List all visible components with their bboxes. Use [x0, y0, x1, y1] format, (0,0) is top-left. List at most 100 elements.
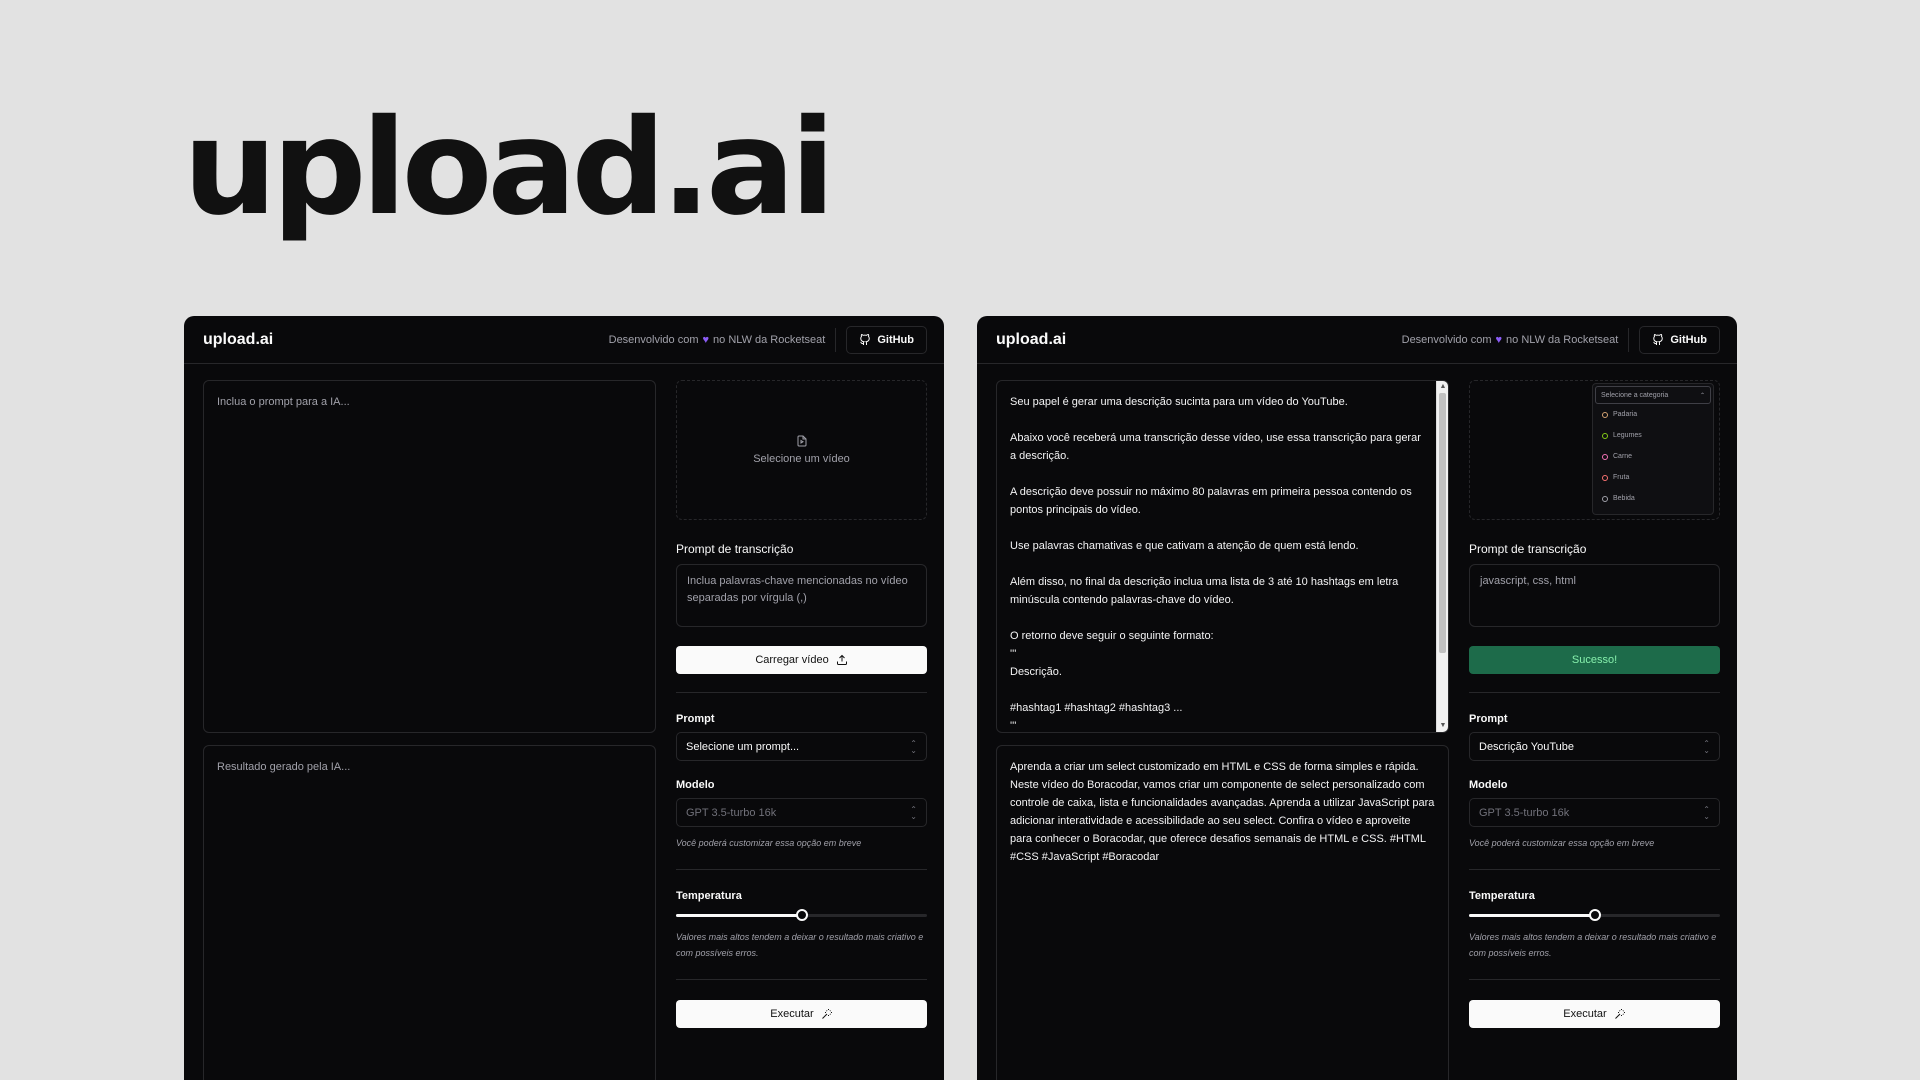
divider — [676, 869, 927, 870]
execute-button[interactable]: Executar — [1469, 1000, 1720, 1028]
chevron-updown-icon: ⌃ ⌄ — [1703, 738, 1710, 755]
model-hint: Você poderá customizar essa opção em bre… — [676, 838, 862, 848]
prompt-select[interactable]: Descrição YouTube ⌃ ⌄ — [1469, 732, 1720, 761]
divider — [676, 692, 927, 693]
app-header: upload.ai Desenvolvido com ♥ no NLW da R… — [977, 316, 1737, 364]
model-select[interactable]: GPT 3.5-turbo 16k ⌃ ⌄ — [1469, 798, 1720, 827]
header-divider — [1628, 327, 1630, 352]
transcription-label: Prompt de transcrição — [676, 542, 794, 556]
format-intro: O retorno deve seguir o seguinte formato… — [1010, 630, 1214, 642]
credit-after: no NLW da Rocketseat — [713, 333, 826, 346]
temperature-hint: Valores mais altos tendem a deixar o res… — [676, 932, 924, 958]
credit-text: Desenvolvido com ♥ no NLW da Rocketseat — [609, 334, 826, 346]
dropdown-item: Fruta — [1595, 467, 1711, 488]
upload-icon — [836, 654, 847, 665]
chevron-updown-icon: ⌃ ⌄ — [1703, 804, 1710, 821]
chevron-updown-icon: ⌃ ⌄ — [910, 738, 917, 755]
credit-before: Desenvolvido com — [608, 333, 699, 346]
wand-icon — [821, 1009, 832, 1019]
dropdown-item: Padaria — [1595, 404, 1711, 425]
app-logo: upload.ai — [996, 330, 1067, 348]
prompt-paragraph: Use palavras chamativas e que cativam a … — [1010, 540, 1359, 552]
app-window-filled: upload.ai Desenvolvido com ♥ no NLW da R… — [977, 316, 1737, 1080]
temperature-hint: Valores mais altos tendem a deixar o res… — [1469, 932, 1717, 958]
execute-button[interactable]: Executar — [676, 1000, 927, 1028]
model-select-value: GPT 3.5-turbo 16k — [1479, 806, 1570, 819]
app-logo: upload.ai — [203, 330, 274, 348]
transcription-input[interactable]: Inclua palavras-chave mencionadas no víd… — [676, 564, 927, 627]
success-button[interactable]: Sucesso! — [1469, 646, 1720, 674]
prompt-textarea[interactable]: Inclua o prompt para a IA... — [203, 380, 656, 733]
dropdown-item-label: Legumes — [1613, 432, 1642, 439]
divider — [676, 979, 927, 980]
header-divider — [835, 327, 837, 352]
bottle-icon — [1602, 495, 1608, 502]
slider-range — [1469, 914, 1595, 917]
github-icon — [860, 333, 871, 345]
file-video-icon — [797, 435, 806, 447]
scrollbar-thumb[interactable] — [1439, 393, 1446, 653]
slider-thumb[interactable] — [1588, 909, 1601, 921]
carrot-icon — [1602, 432, 1608, 439]
dropdown-item: Carne — [1595, 446, 1711, 467]
prompt-paragraph: Abaixo você receberá uma transcrição des… — [1010, 432, 1421, 462]
video-input-label: Selecione um vídeo — [753, 453, 850, 465]
prompt-placeholder: Inclua o prompt para a IA... — [217, 396, 350, 408]
dropdown-item-label: Fruta — [1613, 474, 1630, 481]
format-hashtags: #hashtag1 #hashtag2 #hashtag3 ... — [1010, 702, 1183, 714]
credit-after: no NLW da Rocketseat — [1506, 333, 1619, 346]
transcription-input[interactable]: javascript, css, html — [1469, 564, 1720, 627]
prompt-paragraph: A descrição deve possuir no máximo 80 pa… — [1010, 486, 1412, 516]
heart-icon: ♥ — [702, 333, 710, 346]
transcription-placeholder: Inclua palavras-chave mencionadas no víd… — [687, 575, 908, 604]
prompt-select[interactable]: Selecione um prompt... ⌃ ⌄ — [676, 732, 927, 761]
result-textarea[interactable]: Resultado gerado pela IA... — [203, 745, 656, 1080]
format-description: Descrição. — [1010, 666, 1062, 678]
model-label: Modelo — [676, 779, 715, 791]
result-placeholder: Resultado gerado pela IA... — [217, 761, 351, 773]
app-window-empty: upload.ai Desenvolvido com ♥ no NLW da R… — [184, 316, 944, 1080]
result-textarea[interactable]: Aprenda a criar um select customizado em… — [996, 745, 1449, 1080]
github-label: GitHub — [1670, 333, 1707, 346]
transcription-value: javascript, css, html — [1480, 575, 1576, 587]
scrollbar[interactable]: ▲ ▼ — [1436, 381, 1448, 732]
prompt-textarea[interactable]: Seu papel é gerar uma descrição sucinta … — [996, 380, 1449, 733]
model-label: Modelo — [1469, 779, 1508, 791]
wand-icon — [1614, 1009, 1625, 1019]
credit-before: Desenvolvido com — [1401, 333, 1492, 346]
format-fence-open: ''' — [1010, 648, 1017, 660]
model-hint: Você poderá customizar essa opção em bre… — [1469, 838, 1655, 848]
github-button[interactable]: GitHub — [1639, 325, 1720, 354]
github-icon — [1653, 333, 1664, 345]
video-preview[interactable]: Selecione a categoria ⌃ Padaria Legumes … — [1469, 380, 1720, 520]
credit-text: Desenvolvido com ♥ no NLW da Rocketseat — [1402, 334, 1619, 346]
github-label: GitHub — [877, 333, 914, 346]
temperature-slider[interactable] — [1469, 909, 1720, 921]
dropdown-item-label: Carne — [1613, 453, 1633, 460]
upload-video-label: Carregar vídeo — [755, 654, 829, 666]
temperature-slider[interactable] — [676, 909, 927, 921]
prompt-label: Prompt — [1469, 713, 1508, 725]
scroll-down-arrow[interactable]: ▼ — [1437, 720, 1448, 732]
divider — [1469, 979, 1720, 980]
dropdown-item-label: Padaria — [1613, 411, 1638, 418]
model-select[interactable]: GPT 3.5-turbo 16k ⌃ ⌄ — [676, 798, 927, 827]
meat-icon — [1602, 453, 1608, 460]
video-preview-dropdown: Selecione a categoria ⌃ Padaria Legumes … — [1592, 383, 1714, 515]
transcription-label: Prompt de transcrição — [1469, 542, 1587, 556]
slider-thumb[interactable] — [795, 909, 808, 921]
dropdown-item: Bebida — [1595, 488, 1711, 509]
prompt-paragraph: Além disso, no final da descrição inclua… — [1010, 576, 1399, 606]
chevron-up-icon: ⌃ — [1699, 392, 1705, 399]
github-button[interactable]: GitHub — [846, 325, 927, 354]
dropdown-item-label: Bebida — [1613, 495, 1635, 502]
heart-icon: ♥ — [1495, 333, 1503, 346]
bread-icon — [1602, 411, 1608, 418]
upload-video-button[interactable]: Carregar vídeo — [676, 646, 927, 674]
divider — [1469, 869, 1720, 870]
format-fence-close: ''' — [1010, 720, 1017, 732]
sidebar: Selecione um vídeo Prompt de transcrição… — [676, 380, 927, 1028]
dropdown-trigger-label: Selecione a categoria — [1601, 391, 1669, 399]
video-input[interactable]: Selecione um vídeo — [676, 380, 927, 520]
scroll-up-arrow[interactable]: ▲ — [1437, 381, 1448, 393]
